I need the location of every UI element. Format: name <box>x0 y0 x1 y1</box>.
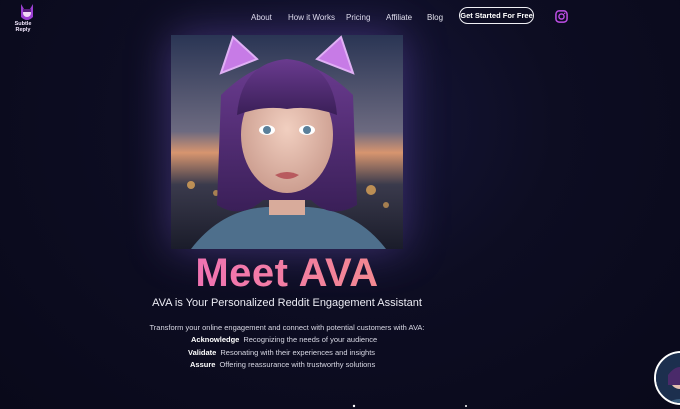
nav-link-pricing[interactable]: Pricing <box>346 13 386 22</box>
hero-intro-text: Transform your online engagement and con… <box>149 323 425 332</box>
nav-link-about[interactable]: About <box>251 13 281 22</box>
feature-term: Acknowledge <box>191 335 240 344</box>
feature-term: Assure <box>190 360 216 369</box>
instagram-icon[interactable] <box>555 10 568 23</box>
feature-description: Resonating with their experiences and in… <box>220 348 376 357</box>
feature-point-acknowledge: Acknowledge Recognizing the needs of your… <box>191 335 377 344</box>
brand-logo[interactable]: Subtle Reply <box>5 3 41 33</box>
nav-link-blog[interactable]: Blog <box>427 13 457 22</box>
get-started-button[interactable]: Get Started For Free <box>459 7 534 24</box>
nav-link-affiliate[interactable]: Affiliate <box>386 13 426 22</box>
feature-point-assure: Assure Offering reassurance with trustwor… <box>190 360 375 369</box>
brand-name: Subtle Reply <box>14 21 32 33</box>
ava-portrait-image <box>171 35 403 249</box>
feature-description: Offering reassurance with trustworthy so… <box>219 360 376 369</box>
feature-description: Recognizing the needs of your audience <box>243 335 378 344</box>
hero-subheadline: AVA is Your Personalized Reddit Engageme… <box>152 297 422 309</box>
feature-point-validate: Validate Resonating with their experience… <box>188 348 375 357</box>
logo-icon <box>21 4 33 20</box>
decorative-sparkles <box>352 404 467 408</box>
feature-term: Validate <box>188 348 217 357</box>
nav-link-how-it-works[interactable]: How it Works <box>288 13 348 22</box>
hero-headline: Meet AVA <box>0 250 574 296</box>
